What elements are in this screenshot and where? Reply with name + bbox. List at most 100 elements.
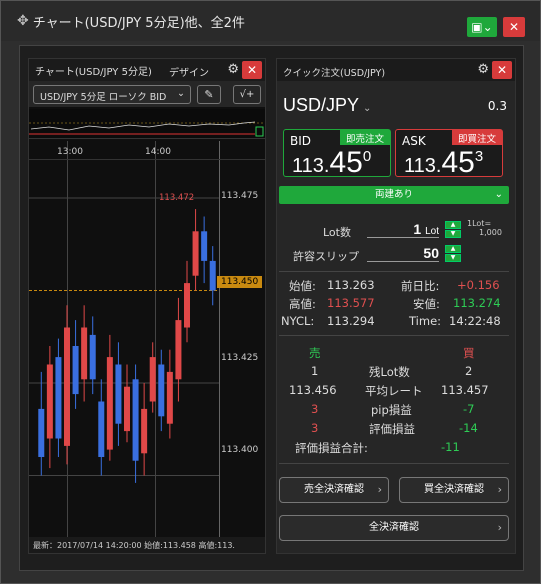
pair-select[interactable]: USD/JPY ⌄ <box>283 95 371 116</box>
chevron-right-icon: › <box>377 483 382 496</box>
pair-name: USD/JPY <box>283 95 360 115</box>
gear-icon[interactable]: ⚙ <box>227 62 239 77</box>
symbol-select-value: USD/JPY 5分足 ローソク BID <box>40 92 167 103</box>
move-icon[interactable]: ✥ <box>17 13 29 29</box>
time-value: 14:22:48 <box>449 314 501 328</box>
symbol-select[interactable]: USD/JPY 5分足 ローソク BID ⌄ <box>33 85 191 104</box>
candle-body <box>64 327 70 446</box>
candle-body <box>81 327 88 380</box>
chevron-down-icon: ⌄ <box>363 103 372 114</box>
candle-body <box>175 320 182 380</box>
candle-body <box>149 357 156 402</box>
avg-sell: 113.456 <box>289 383 337 397</box>
buy-header: 買 <box>463 346 475 360</box>
close-sell-button[interactable]: 売全決済確認 › <box>279 477 389 503</box>
order-panel-header: クイック注文(USD/JPY) ⚙ ✕ <box>277 59 515 81</box>
close-icon: ✕ <box>508 20 520 34</box>
candle-body <box>115 364 122 424</box>
slippage-stepper[interactable]: ▲ ▼ <box>445 245 461 262</box>
price-chart[interactable]: 13:00 14:00 113.475 113.425 113.400 113.… <box>29 141 265 537</box>
title-bar[interactable]: ✥ チャート(USD/JPY 5分足)他、全2件 ▣⌄ ✕ <box>1 1 540 41</box>
y-tick-label: 113.400 <box>221 445 259 455</box>
avg-label: 平均レート <box>365 384 423 398</box>
sell-header: 売 <box>309 346 321 360</box>
lot-stepper[interactable]: ▲ ▼ <box>445 221 461 238</box>
candle-body <box>55 357 62 439</box>
pip-label: pip損益 <box>371 403 412 417</box>
eval-sell: 3 <box>311 421 319 435</box>
low-label: 安値: <box>413 297 440 311</box>
last-price-tag: 113.450 <box>217 276 263 288</box>
change-label: 前日比: <box>401 279 440 293</box>
slippage-label: 許容スリップ <box>293 250 359 263</box>
slippage-input[interactable]: 50 <box>367 245 439 262</box>
indicator-button[interactable]: √+ <box>233 85 261 104</box>
total-label: 評価損益合計: <box>295 441 368 455</box>
pencil-icon: ✎ <box>204 88 214 101</box>
nycl-value: 113.294 <box>327 314 375 328</box>
draw-tool-button[interactable]: ✎ <box>197 85 221 104</box>
high-value: 113.577 <box>327 296 375 310</box>
close-buy-button[interactable]: 買全決済確認 › <box>399 477 509 503</box>
change-value: +0.156 <box>457 278 500 292</box>
design-button[interactable]: デザイン <box>169 64 209 79</box>
candle-body <box>132 379 139 461</box>
ask-price: 113.453 <box>404 146 484 179</box>
quick-order-panel: クイック注文(USD/JPY) ⚙ ✕ USD/JPY ⌄ 0.3 BID 即売注… <box>276 58 516 554</box>
y-tick-label: 113.425 <box>221 353 259 363</box>
lot-label: Lot数 <box>323 226 351 239</box>
chart-close-button[interactable]: ✕ <box>242 61 262 79</box>
bid-price: 113.450 <box>292 146 372 179</box>
avg-buy: 113.457 <box>441 383 489 397</box>
low-value: 113.274 <box>453 296 501 310</box>
chevron-right-icon: › <box>497 521 502 534</box>
gear-icon[interactable]: ⚙ <box>477 62 489 77</box>
lot-note: 1Lot= <box>467 219 492 228</box>
window-title: チャート(USD/JPY 5分足)他、全2件 <box>32 15 245 31</box>
divider <box>279 271 509 272</box>
candle-body <box>184 283 190 328</box>
hedge-select[interactable]: 両建あり ⌄ <box>279 186 509 204</box>
order-panel-title: クイック注文(USD/JPY) <box>283 68 386 79</box>
hedge-value: 両建あり <box>374 189 413 200</box>
chart-panel: チャート(USD/JPY 5分足) デザイン ⚙ ✕ USD/JPY 5分足 ロ… <box>28 58 266 554</box>
high-marker: 113.472 <box>159 193 195 203</box>
window-list-icon: ▣⌄ <box>471 20 493 34</box>
chevron-right-icon: › <box>497 483 502 496</box>
eval-buy: -14 <box>459 421 478 435</box>
candle-body <box>72 346 79 395</box>
sell-now-tag: 即売注文 <box>339 130 390 145</box>
chevron-down-icon: ⌄ <box>494 189 503 200</box>
window-menu-button[interactable]: ▣⌄ <box>467 17 497 37</box>
high-label: 高値: <box>289 297 316 311</box>
ask-box[interactable]: ASK 即買注文 113.453 <box>395 129 503 179</box>
order-close-button[interactable]: ✕ <box>492 61 512 79</box>
chevron-down-icon: ⌄ <box>177 88 185 99</box>
candle-body <box>158 364 165 417</box>
candle-body <box>201 231 208 261</box>
nycl-label: NYCL: <box>281 314 315 328</box>
divider <box>279 335 509 336</box>
candle-body <box>98 401 105 457</box>
window-close-button[interactable]: ✕ <box>503 17 525 37</box>
bid-box[interactable]: BID 即売注文 113.450 <box>283 129 391 179</box>
time-label: Time: <box>409 314 442 328</box>
candle-body <box>166 371 173 424</box>
candle-body <box>141 408 148 454</box>
candle-body <box>46 364 53 439</box>
close-all-button[interactable]: 全決済確認 › <box>279 515 509 541</box>
eval-label: 評価損益 <box>369 422 415 436</box>
y-axis-line <box>219 141 220 537</box>
content-area: チャート(USD/JPY 5分足) デザイン ⚙ ✕ USD/JPY 5分足 ロ… <box>19 45 524 571</box>
overview-line <box>29 121 265 137</box>
buy-now-tag: 即買注文 <box>451 130 502 145</box>
y-tick-label: 113.475 <box>221 191 259 201</box>
candle-body <box>38 408 45 457</box>
chart-overview[interactable] <box>29 109 265 139</box>
pip-buy: -7 <box>463 402 475 416</box>
lot-input[interactable]: 1 Lot <box>367 221 439 238</box>
lot-note-value: 1,000 <box>479 228 502 237</box>
open-label: 始値: <box>289 279 316 293</box>
pip-sell: 3 <box>311 402 319 416</box>
chart-footer: 最新：2017/07/14 14:20:00 始値:113.458 高値:113… <box>29 537 265 553</box>
